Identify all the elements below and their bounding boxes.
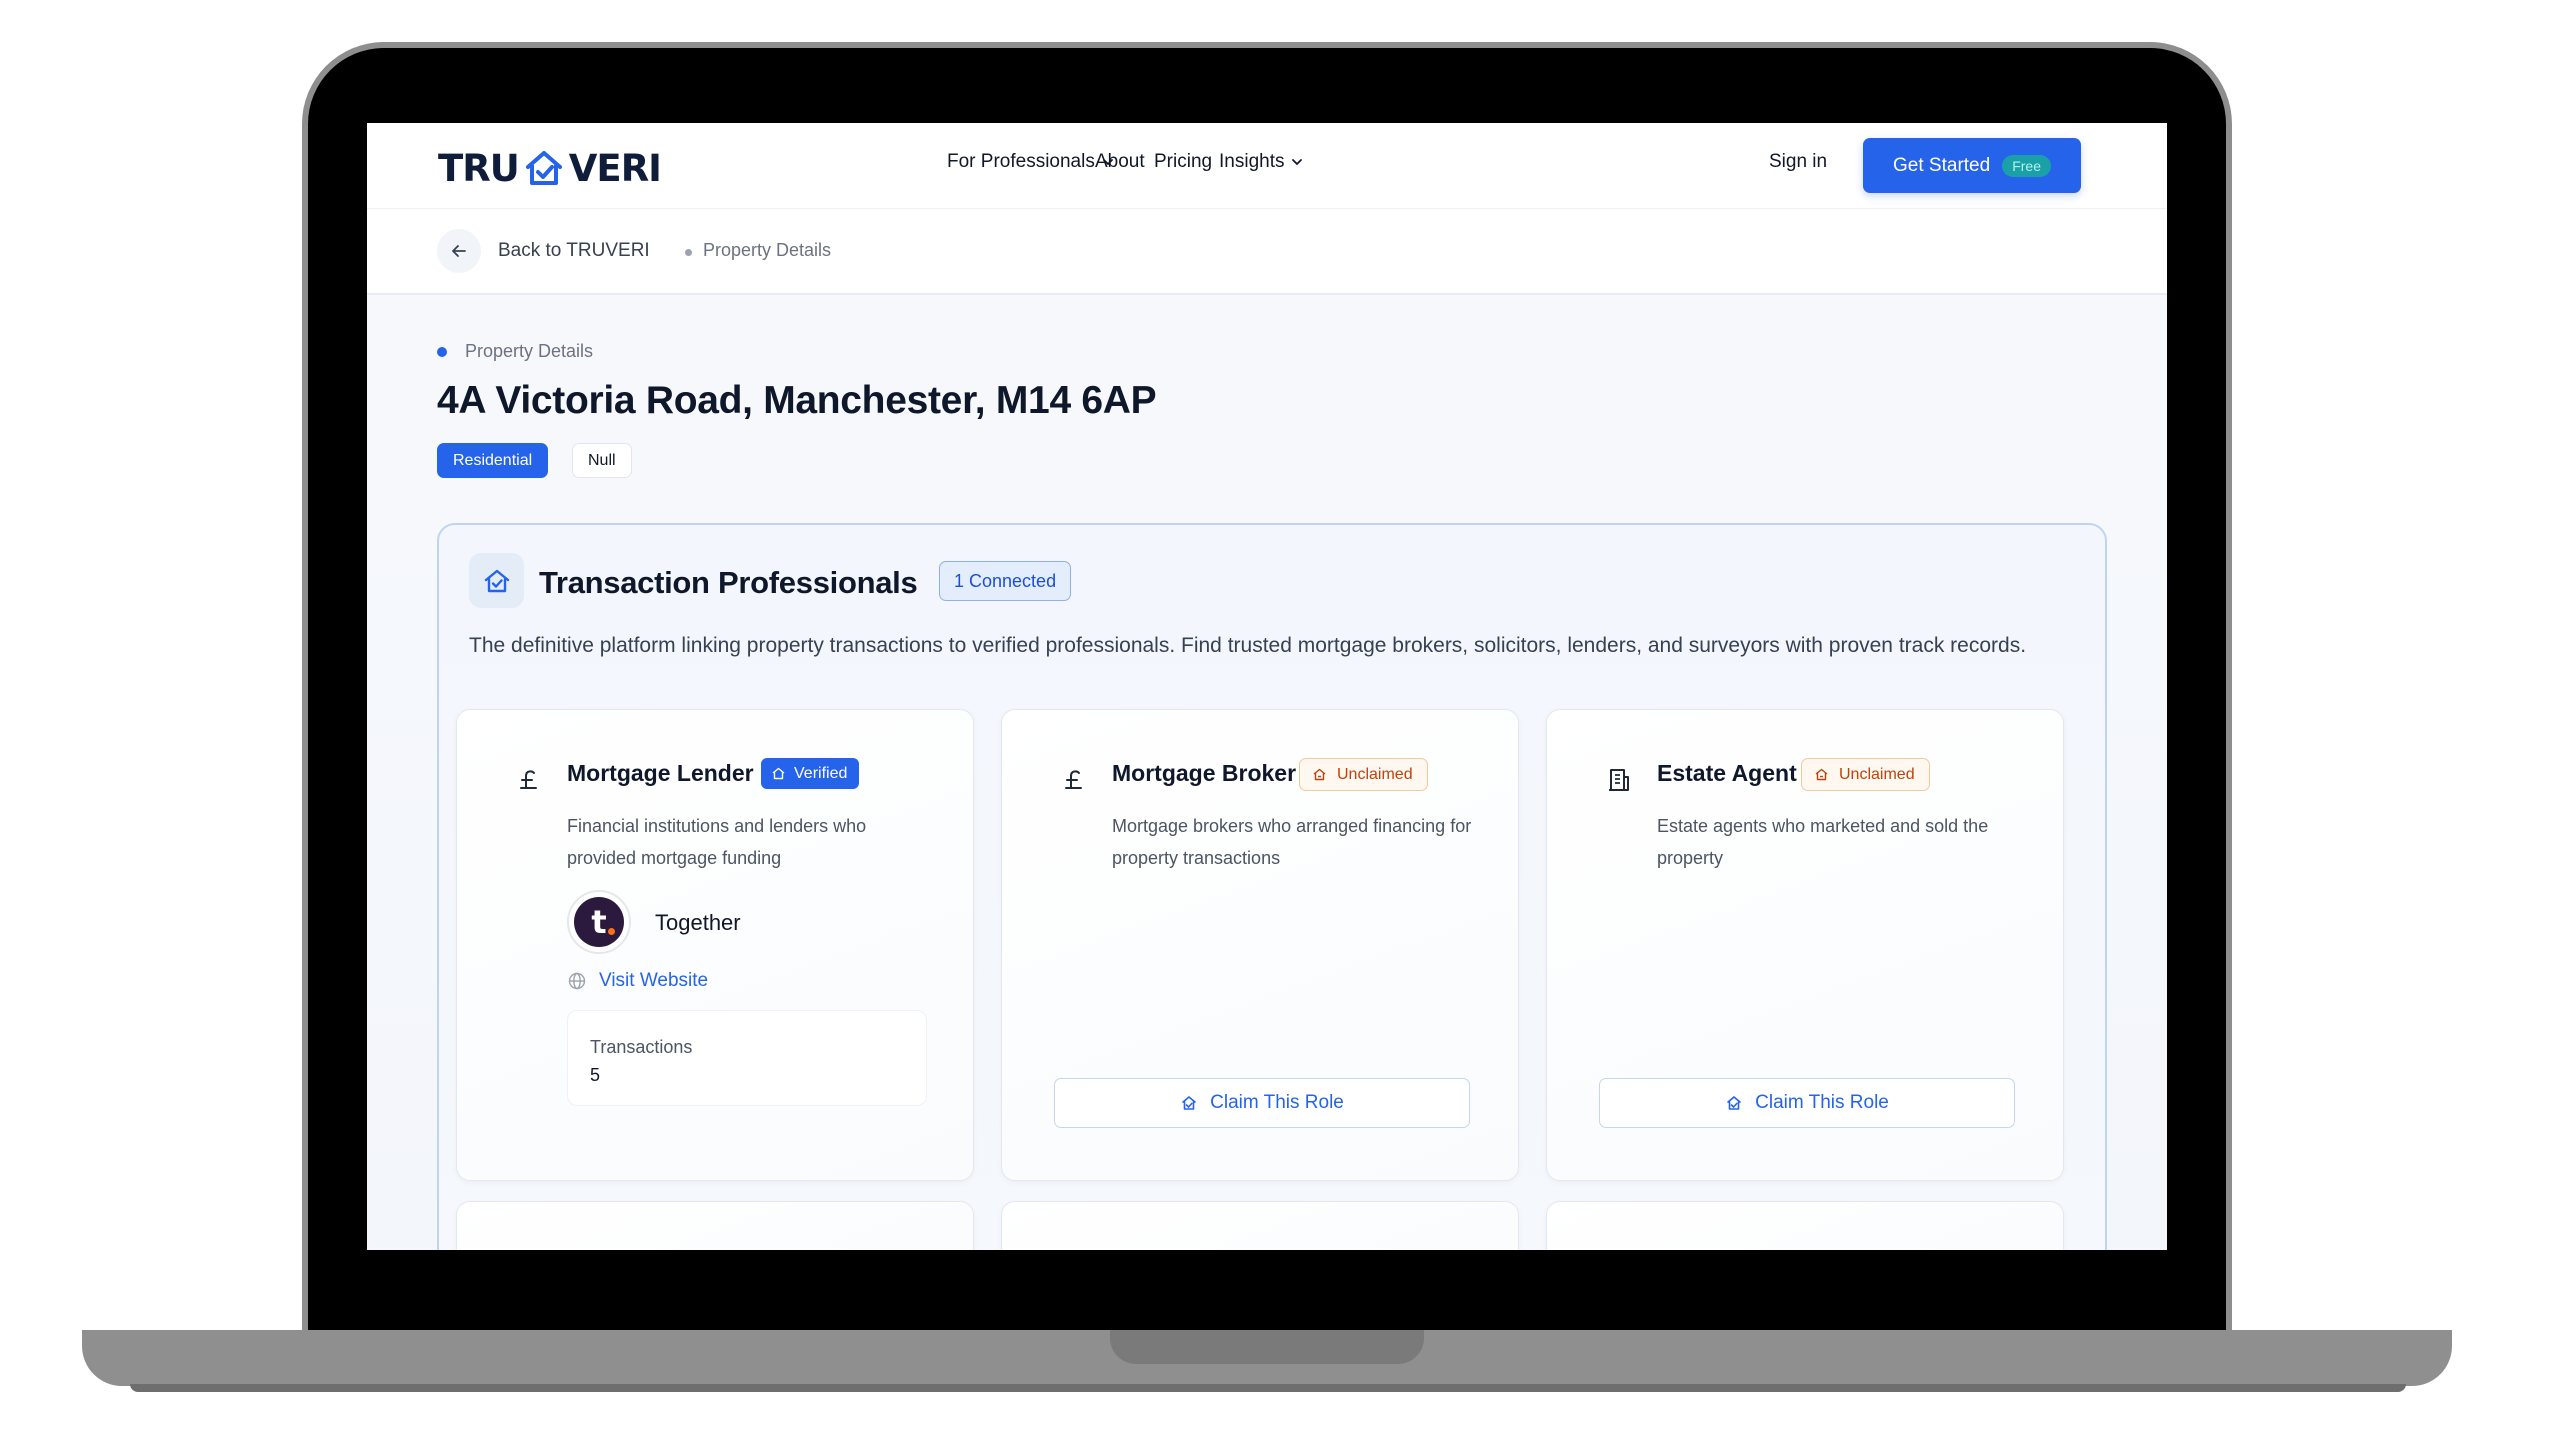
panel-description: The definitive platform linking property… [469,634,2027,657]
status-label: Unclaimed [1337,765,1413,783]
sign-in-link[interactable]: Sign in [1769,151,1827,173]
transaction-professionals-panel: Transaction Professionals 1 Connected Th… [437,523,2107,1250]
org-name: Together [655,910,741,935]
visit-website-link[interactable]: Visit Website [567,970,708,992]
connected-count-badge: 1 Connected [939,561,1072,601]
together-logo: t [567,890,631,954]
nav-item-label: About [1095,151,1145,172]
nav-item-pricing[interactable]: Pricing [1154,151,1212,173]
card-description: Mortgage brokers who arranged financing … [1112,816,1472,868]
transactions-stat: Transactions 5 [567,1010,927,1106]
logo-text-left: TRU [438,146,520,190]
chevron-down-icon [1292,159,1303,166]
stat-value: 5 [590,1065,601,1085]
building-icon [1599,760,1639,800]
card-title: Mortgage Lender [567,760,754,786]
card-title: Estate Agent [1657,760,1797,786]
claim-role-label: Claim This Role [1755,1092,1889,1113]
card-title: Mortgage Broker [1112,760,1297,786]
role-card-placeholder [1546,1201,2064,1250]
free-badge: Free [2002,154,2051,177]
get-started-button[interactable]: Get Started Free [1863,138,2081,193]
unclaimed-icon [1815,768,1828,781]
role-card-mortgage-broker: Mortgage Broker Unclaimed Mortgage broke… [1001,709,1519,1181]
nav-item-for-professionals[interactable]: For Professionals [947,151,1115,173]
status-badge-unclaimed: Unclaimed [1801,758,1930,791]
panel-title: Transaction Professionals [539,565,918,600]
house-check-icon [1182,1096,1197,1110]
top-nav: TRU VERI For Professionals About Pricing… [367,123,2167,209]
status-badge-unclaimed: Unclaimed [1299,758,1428,791]
status-badge-verified: Verified [761,758,860,789]
panel-icon-box [469,553,524,608]
visit-website-label: Visit Website [599,970,709,991]
role-card-estate-agent: Estate Agent Unclaimed Estate agents who… [1546,709,2064,1181]
claim-role-button[interactable]: Claim This Role [1599,1078,2015,1128]
logo-text-right: VERI [568,146,662,190]
pound-icon [509,760,549,800]
role-card-placeholder [456,1201,974,1250]
back-link[interactable]: Back to TRUVERI [498,240,650,262]
status-label: Unclaimed [1839,765,1915,783]
property-type-tag: Residential [437,443,549,478]
page-title: 4A Victoria Road, Manchester, M14 6AP [437,379,1157,422]
nav-item-label: For Professionals [947,151,1095,172]
section-kicker: Property Details [465,341,594,361]
org-logo-letter: t [591,903,607,941]
claim-role-button[interactable]: Claim This Role [1054,1078,1470,1128]
unclaimed-icon [1313,768,1326,781]
nav-item-label: Insights [1219,151,1285,172]
nav-item-label: Pricing [1154,151,1213,172]
kicker-dot [437,347,447,357]
claim-role-label: Claim This Role [1210,1092,1344,1113]
org-logo-badge: t [574,897,624,947]
role-card-placeholder [1001,1201,1519,1250]
truveri-logo[interactable]: TRU VERI [438,145,662,191]
role-card-mortgage-lender: Mortgage Lender Verified Financial insti… [456,709,974,1181]
org-logo-dot [608,928,615,935]
status-label: Verified [794,764,848,782]
property-subtype-tag: Null [572,443,632,478]
house-check-icon [1727,1096,1742,1110]
house-check-icon [525,151,562,185]
back-button[interactable] [437,229,481,273]
pound-icon [1054,760,1094,800]
laptop-notch [1110,1330,1424,1364]
card-description: Financial institutions and lenders who p… [567,816,867,868]
stat-label: Transactions [590,1037,693,1057]
nav-item-about[interactable]: About [1095,151,1145,173]
browser-screen: TRU VERI For Professionals About Pricing… [367,123,2167,1250]
house-check-icon [772,767,785,780]
nav-item-insights[interactable]: Insights [1219,151,1304,173]
card-description: Estate agents who marketed and sold the … [1657,816,1989,868]
breadcrumb: Back to TRUVERI Property Details [367,209,2167,295]
globe-icon [568,972,586,990]
breadcrumb-separator [685,249,692,256]
breadcrumb-current: Property Details [703,240,832,260]
arrow-left-icon [452,245,466,257]
laptop-base-edge [130,1384,2406,1392]
house-check-icon [484,569,509,592]
get-started-label: Get Started [1893,154,1991,176]
